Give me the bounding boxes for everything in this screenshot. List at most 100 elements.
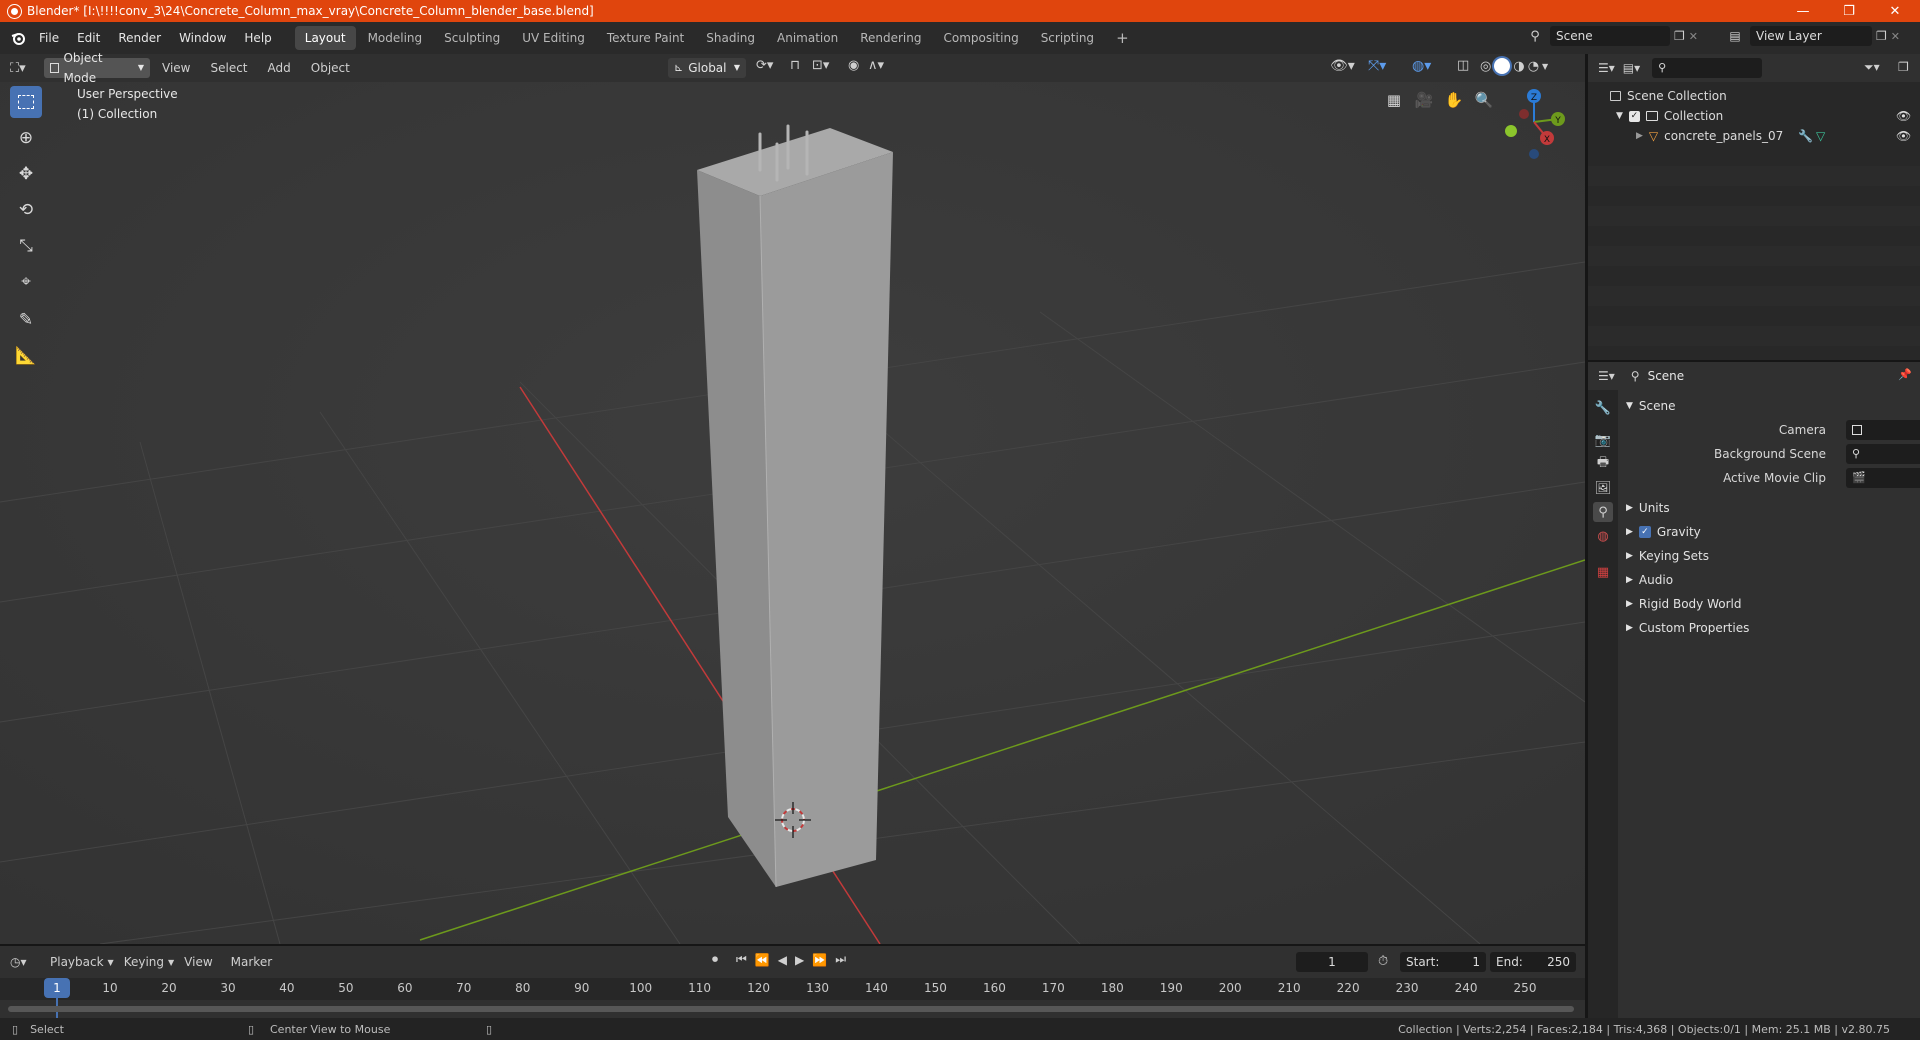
outliner-row-collection[interactable]: ▼ ✓ Collection 👁 — [1588, 106, 1920, 126]
falloff-curve-icon[interactable]: ∧▾ — [868, 58, 884, 73]
rigid-body-world-panel-header[interactable]: ▶ Rigid Body World — [1626, 594, 1741, 614]
menu-file[interactable]: File — [30, 26, 68, 50]
timeline-menu-playback[interactable]: Playback — [42, 955, 112, 969]
timeline-menu-keying[interactable]: Keying — [116, 955, 172, 969]
custom-properties-panel-header[interactable]: ▶ Custom Properties — [1626, 618, 1749, 638]
jump-end-icon[interactable]: ⏭ — [835, 952, 846, 967]
shading-options-icon[interactable]: ▼ — [1542, 62, 1548, 71]
current-frame-field[interactable]: 1 — [1296, 952, 1368, 972]
snap-magnet-icon[interactable]: ⊓ — [790, 58, 800, 73]
audio-panel-header[interactable]: ▶ Audio — [1626, 570, 1673, 590]
outliner-search-input[interactable]: ⚲ — [1652, 58, 1763, 78]
view-layer-field[interactable]: View Layer — [1750, 26, 1872, 46]
active-movie-clip-field[interactable]: 🎬 — [1846, 468, 1920, 488]
tab-texture-paint[interactable]: Texture Paint — [597, 26, 694, 50]
gravity-checkbox[interactable]: ✓ — [1638, 526, 1651, 538]
menu-edit[interactable]: Edit — [68, 26, 109, 50]
move-tool[interactable]: ✥ — [10, 158, 42, 190]
solid-shading-icon[interactable] — [1494, 58, 1511, 74]
start-frame-field[interactable]: Start: 1 — [1400, 952, 1486, 972]
close-button[interactable]: ✕ — [1872, 0, 1918, 22]
mesh-data-icon[interactable]: ▽ — [1816, 126, 1825, 146]
blender-menu-icon[interactable] — [6, 26, 30, 50]
background-scene-field[interactable]: ⚲ — [1846, 444, 1920, 464]
mode-dropdown[interactable]: Object Mode ▼ — [44, 51, 150, 85]
tab-scripting[interactable]: Scripting — [1031, 26, 1104, 50]
pivot-point-icon[interactable]: ⟳▾ — [756, 58, 773, 73]
annotate-tool[interactable]: ✎ — [10, 304, 42, 336]
stopwatch-icon[interactable]: ⏱ — [1378, 954, 1388, 969]
visibility-selectability-icon[interactable]: 👁▾ — [1330, 58, 1355, 74]
expand-triangle-icon[interactable]: ▶ — [1636, 126, 1643, 146]
scene-name-field[interactable]: Scene — [1550, 26, 1670, 46]
tab-uv-editing[interactable]: UV Editing — [512, 26, 595, 50]
tab-layout[interactable]: Layout — [294, 26, 356, 50]
editor-type-icon[interactable]: ⛶▾ — [10, 61, 40, 76]
timeline-editor-type-icon[interactable]: ◷▾ — [10, 955, 40, 969]
texture-tab-icon[interactable]: ▦ — [1593, 562, 1613, 582]
add-workspace-button[interactable]: + — [1106, 26, 1139, 50]
camera-field[interactable]: ✒ — [1846, 420, 1920, 440]
menu-render[interactable]: Render — [109, 26, 170, 50]
outliner-row-scene-collection[interactable]: Scene Collection — [1588, 86, 1920, 106]
render-tab-icon[interactable]: 📷 — [1593, 430, 1613, 450]
new-collection-icon[interactable]: ❐ — [1898, 60, 1909, 74]
viewport-menu-object[interactable]: Object — [303, 61, 358, 75]
pan-view-hand-icon[interactable]: ✋ — [1440, 86, 1468, 114]
proportional-edit-icon[interactable]: ◉ — [848, 58, 859, 73]
3d-viewport[interactable]: ⊕ ✥ ⟲ ⤡ ⌖ ✎ 📐 User Perspective (1) Colle… — [0, 82, 1585, 944]
tab-animation[interactable]: Animation — [767, 26, 848, 50]
viewport-menu-view[interactable]: View — [154, 61, 198, 75]
next-keyframe-icon[interactable]: ⏩ — [812, 953, 827, 967]
new-scene-icon[interactable]: ❐ — [1674, 29, 1685, 43]
tab-rendering[interactable]: Rendering — [850, 26, 931, 50]
gizmo-toggle-icon[interactable]: ⤧▾ — [1368, 58, 1386, 74]
rotate-tool[interactable]: ⟲ — [10, 194, 42, 226]
tab-modeling[interactable]: Modeling — [358, 26, 433, 50]
timeline-menu-marker[interactable]: Marker — [223, 955, 280, 969]
viewport-menu-select[interactable]: Select — [202, 61, 255, 75]
modifier-wrench-icon[interactable]: 🔧 — [1798, 126, 1813, 146]
transform-orientation-dropdown[interactable]: ⊾ Global ▼ — [668, 58, 746, 78]
prev-keyframe-icon[interactable]: ⏪ — [755, 953, 770, 967]
properties-editor-type-icon[interactable]: ☰▾ — [1598, 369, 1615, 383]
material-shading-icon[interactable]: ◑ — [1513, 59, 1524, 74]
wireframe-shading-icon[interactable]: ◎ — [1480, 59, 1491, 74]
view-layer-icon[interactable]: ▤ — [1724, 29, 1746, 43]
overlays-toggle-icon[interactable]: ◍▾ — [1412, 58, 1431, 74]
rendered-shading-icon[interactable]: ◔ — [1528, 59, 1539, 74]
pin-icon[interactable]: 📌 — [1898, 368, 1912, 381]
collection-checkbox[interactable]: ✓ — [1628, 110, 1640, 122]
tab-compositing[interactable]: Compositing — [933, 26, 1028, 50]
end-frame-field[interactable]: End: 250 — [1490, 952, 1576, 972]
camera-view-icon[interactable]: 🎥 — [1410, 86, 1438, 114]
xray-toggle-icon[interactable]: ◫ — [1457, 58, 1469, 73]
concrete-column-object[interactable] — [697, 124, 893, 888]
transform-tool[interactable]: ⌖ — [10, 266, 42, 298]
minimize-button[interactable]: — — [1780, 0, 1826, 22]
menu-window[interactable]: Window — [170, 26, 235, 50]
tab-shading[interactable]: Shading — [696, 26, 765, 50]
collection-visibility-eye-icon[interactable]: 👁 — [1896, 106, 1911, 126]
navigation-gizmo[interactable]: Z Y X — [1490, 82, 1570, 162]
play-icon[interactable]: ▶ — [795, 953, 804, 967]
select-box-tool[interactable] — [10, 86, 42, 118]
keying-sets-panel-header[interactable]: ▶ Keying Sets — [1626, 546, 1709, 566]
timeline-menu-view[interactable]: View — [176, 955, 220, 969]
gravity-panel-header[interactable]: ▶ ✓ Gravity — [1626, 522, 1701, 542]
play-reverse-icon[interactable]: ◀ — [778, 953, 787, 967]
timeline-scrollbar[interactable] — [8, 1006, 1574, 1012]
scale-tool[interactable]: ⤡ — [10, 230, 42, 262]
output-tab-icon[interactable]: 🖶 — [1593, 454, 1613, 474]
jump-start-icon[interactable]: ⏮ — [736, 952, 747, 967]
measure-tool[interactable]: 📐 — [10, 340, 42, 372]
outliner-editor-type-icon[interactable]: ☰▾ — [1598, 61, 1615, 75]
frame-ruler[interactable]: 1 10 20 30 40 50 60 70 80 90 100 110 120 130 140 150 160… — [0, 978, 1585, 1000]
record-icon[interactable]: ⏺ — [712, 952, 718, 967]
toggle-grid-view-icon[interactable]: ▦ — [1380, 86, 1408, 114]
outliner-row-object[interactable]: ▶ ▽ concrete_panels_07 🔧 ▽ 👁 — [1588, 126, 1920, 146]
remove-scene-icon[interactable]: ✕ — [1689, 30, 1698, 43]
view-layer-tab-icon[interactable]: 🖼 — [1593, 478, 1613, 498]
tab-sculpting[interactable]: Sculpting — [434, 26, 510, 50]
scene-tab-icon[interactable]: ⚲ — [1593, 502, 1613, 522]
